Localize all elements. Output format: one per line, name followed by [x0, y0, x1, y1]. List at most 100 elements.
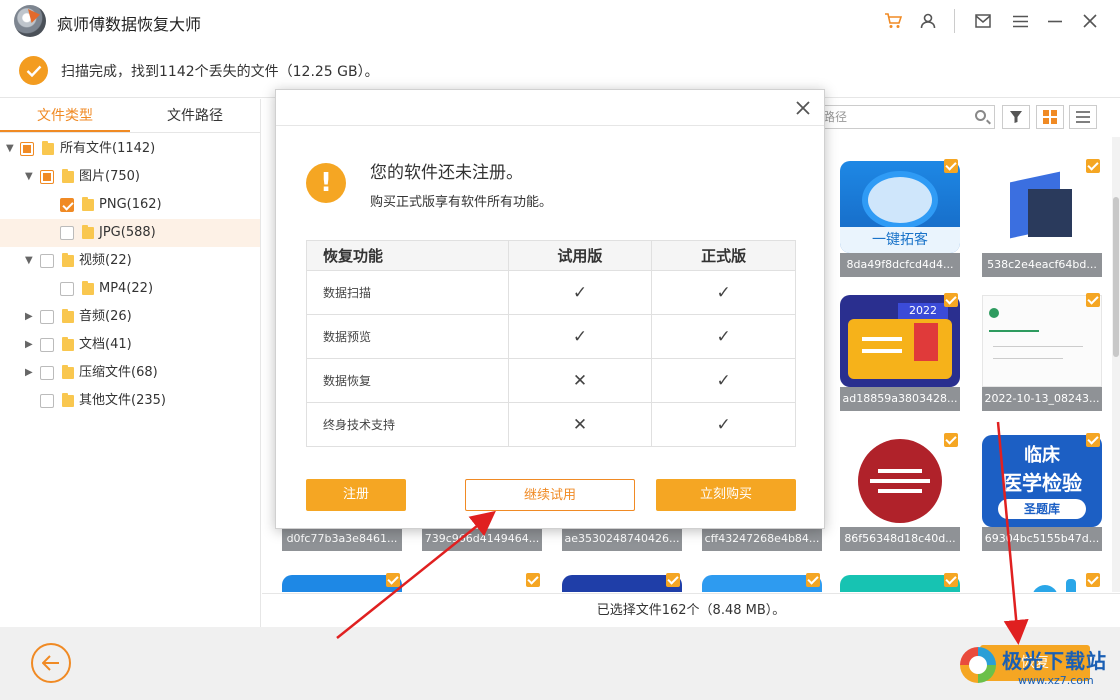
expand-arrow-icon[interactable]: ▼ — [25, 247, 37, 275]
buy-now-button[interactable]: 立刻购买 — [656, 479, 796, 511]
tree-item-label: 图片(750) — [79, 169, 140, 184]
folder-icon — [62, 253, 74, 267]
search-icon[interactable] — [975, 110, 986, 121]
dialog-header — [276, 90, 824, 126]
scrollbar[interactable] — [1112, 137, 1120, 592]
title-bar: 疯师傅数据恢复大师 — [0, 0, 1120, 42]
search-input[interactable]: 路径 — [802, 105, 995, 129]
tree-item-label: 视频(22) — [79, 253, 132, 268]
thumbnail-checkbox[interactable] — [1086, 573, 1100, 587]
minimize-icon[interactable] — [1044, 10, 1066, 32]
thumbnail-checkbox[interactable] — [944, 433, 958, 447]
filter-button[interactable] — [1002, 105, 1030, 129]
dialog-title: 您的软件还未注册。 — [370, 163, 523, 183]
tree-item-audio[interactable]: ▶ 音频(26) — [0, 303, 260, 331]
thumbnail-checkbox[interactable] — [1086, 159, 1100, 173]
tree-item-other-files[interactable]: 其他文件(235) — [0, 387, 260, 415]
thumbnail-item[interactable]: 538c2e4eacf64bd... — [982, 159, 1102, 279]
thumbnail-item[interactable]: 2022-10-13_08243... — [982, 293, 1102, 413]
scrollbar-thumb[interactable] — [1113, 197, 1119, 357]
thumbnail-checkbox[interactable] — [806, 573, 820, 587]
folder-icon — [82, 225, 94, 239]
expand-arrow-icon[interactable]: ▼ — [6, 135, 18, 163]
header-trial: 试用版 — [507, 240, 653, 271]
search-placeholder: 路径 — [823, 110, 848, 124]
checkbox[interactable] — [40, 338, 54, 352]
thumbnail-item[interactable]: 临床 医学检验 圣题库 69304bc5155b47d... — [982, 433, 1102, 553]
collapse-arrow-icon[interactable]: ▶ — [25, 303, 37, 331]
thumbnail-item[interactable]: 86f56348d18c40d... — [840, 433, 960, 553]
thumbnail-checkbox[interactable] — [1086, 293, 1100, 307]
thumbnail-item[interactable] — [702, 573, 822, 592]
thumbnail-item[interactable]: 一键拓客 8da49f8dcfcd4d4... — [840, 159, 960, 279]
thumbnail-caption: 739c966d4149464... — [422, 527, 542, 551]
thumbnail-checkbox[interactable] — [526, 573, 540, 587]
mail-icon[interactable] — [972, 10, 994, 32]
file-tree: ▼ 所有文件(1142) ▼ 图片(750) PNG(162) JPG(588)… — [0, 133, 260, 415]
thumbnail-caption: 8da49f8dcfcd4d4... — [840, 253, 960, 277]
thumbnail-checkbox[interactable] — [944, 293, 958, 307]
tree-item-images[interactable]: ▼ 图片(750) — [0, 163, 260, 191]
close-icon[interactable] — [1079, 10, 1101, 32]
checkbox[interactable] — [60, 282, 74, 296]
thumbnail-item[interactable]: 2022 ad18859a3803428... — [840, 293, 960, 413]
thumbnail-image: 2022 — [840, 295, 960, 387]
thumbnail-caption: 2022-10-13_08243... — [982, 387, 1102, 411]
checkbox[interactable] — [40, 254, 54, 268]
checkbox[interactable] — [40, 394, 54, 408]
checkbox[interactable] — [40, 310, 54, 324]
user-icon[interactable] — [917, 10, 939, 32]
continue-trial-button[interactable]: 继续试用 — [465, 479, 635, 511]
feature-name: 数据预览 — [306, 314, 509, 359]
thumbnail-checkbox[interactable] — [1086, 433, 1100, 447]
thumbnail-item[interactable] — [282, 573, 402, 592]
thumbnail-checkbox[interactable] — [386, 573, 400, 587]
footer-bar: 恢复 极光下载站 www.xz7.com — [0, 627, 1120, 700]
list-view-button[interactable] — [1069, 105, 1097, 129]
thumbnail-item[interactable] — [562, 573, 682, 592]
tree-item-mp4[interactable]: MP4(22) — [0, 275, 260, 303]
scan-status-text: 扫描完成，找到1142个丢失的文件（12.25 GB）。 — [61, 64, 379, 80]
tree-item-label: 文档(41) — [79, 337, 132, 352]
tree-item-documents[interactable]: ▶ 文档(41) — [0, 331, 260, 359]
header-feature: 恢复功能 — [306, 240, 509, 271]
folder-icon — [62, 309, 74, 323]
tree-item-all-files[interactable]: ▼ 所有文件(1142) — [0, 135, 260, 163]
checkbox[interactable] — [60, 226, 74, 240]
checkbox[interactable] — [40, 170, 54, 184]
register-button[interactable]: 注册 — [306, 479, 406, 511]
tree-item-label: 音频(26) — [79, 309, 132, 324]
checkbox[interactable] — [40, 366, 54, 380]
thumbnail-item[interactable] — [840, 573, 960, 592]
tab-file-type[interactable]: 文件类型 — [0, 99, 130, 132]
thumbnail-image: 临床 医学检验 圣题库 — [982, 435, 1102, 527]
checkbox[interactable] — [60, 198, 74, 212]
tree-item-video[interactable]: ▼ 视频(22) — [0, 247, 260, 275]
tree-item-label: JPG(588) — [99, 225, 156, 240]
thumbnail-item[interactable] — [982, 573, 1102, 592]
thumbnail-checkbox[interactable] — [944, 573, 958, 587]
checkbox[interactable] — [20, 142, 34, 156]
expand-arrow-icon[interactable]: ▼ — [25, 163, 37, 191]
collapse-arrow-icon[interactable]: ▶ — [25, 331, 37, 359]
tree-item-label: 所有文件(1142) — [60, 141, 156, 156]
check-icon: ✓ — [651, 314, 796, 359]
folder-icon — [42, 141, 54, 155]
tree-item-archives[interactable]: ▶ 压缩文件(68) — [0, 359, 260, 387]
back-button[interactable] — [31, 643, 71, 683]
collapse-arrow-icon[interactable]: ▶ — [25, 359, 37, 387]
thumbnail-checkbox[interactable] — [666, 573, 680, 587]
thumbnail-item[interactable] — [422, 573, 542, 592]
tree-item-jpg[interactable]: JPG(588) — [0, 219, 260, 247]
file-tree-panel: 文件类型 文件路径 ▼ 所有文件(1142) ▼ 图片(750) PNG(162… — [0, 99, 261, 627]
tree-item-png[interactable]: PNG(162) — [0, 191, 260, 219]
grid-view-button[interactable] — [1036, 105, 1064, 129]
thumbnail-checkbox[interactable] — [944, 159, 958, 173]
dialog-close-icon[interactable] — [796, 96, 810, 120]
cart-icon[interactable] — [882, 10, 904, 32]
selection-summary: 已选择文件162个（8.48 MB）。 — [262, 593, 1120, 627]
menu-icon[interactable] — [1009, 10, 1031, 32]
app-logo-icon — [14, 5, 46, 37]
header-full: 正式版 — [651, 240, 796, 271]
tab-file-path[interactable]: 文件路径 — [130, 99, 260, 132]
